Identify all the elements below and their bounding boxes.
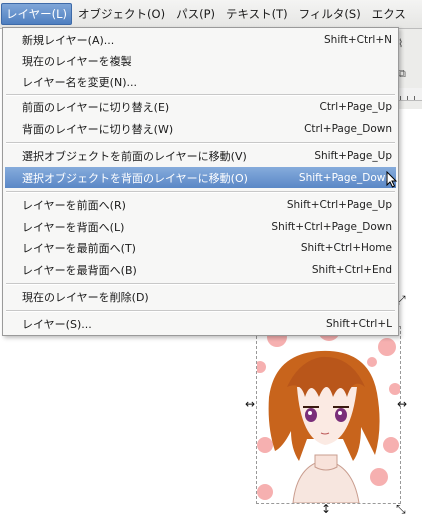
menu-item-shortcut: Shift+Ctrl+Page_Down — [271, 220, 392, 233]
resize-handle-left[interactable]: ↔ — [245, 398, 255, 410]
menu-item-new-layer[interactable]: 新規レイヤー(A)... Shift+Ctrl+N — [5, 29, 396, 50]
menu-path[interactable]: パス(P) — [171, 3, 220, 25]
menu-item-label: レイヤー名を変更(N)... — [22, 75, 137, 89]
menu-item-label: 現在のレイヤーを削除(D) — [22, 290, 149, 304]
canvas-drawing[interactable] — [256, 326, 401, 504]
menu-item-move-selection-to-layer-above[interactable]: 選択オブジェクトを前面のレイヤーに移動(V) Shift+Page_Up — [5, 145, 396, 166]
menu-item-raise-layer[interactable]: レイヤーを前面へ(R) Shift+Ctrl+Page_Up — [5, 194, 396, 215]
menu-item-rename-layer[interactable]: レイヤー名を変更(N)... — [5, 71, 396, 92]
menu-item-label: 前面のレイヤーに切り替え(E) — [22, 100, 170, 114]
menu-item-layer-to-top[interactable]: レイヤーを最前面へ(T) Shift+Ctrl+Home — [5, 237, 396, 258]
layer-dropdown-menu: 新規レイヤー(A)... Shift+Ctrl+N 現在のレイヤーを複製 レイヤ… — [2, 27, 399, 336]
menu-item-shortcut: Shift+Ctrl+N — [324, 33, 392, 46]
menu-item-label: 選択オブジェクトを前面のレイヤーに移動(V) — [22, 149, 247, 163]
menu-item-label: レイヤー(S)... — [22, 317, 92, 331]
menu-item-duplicate-layer[interactable]: 現在のレイヤーを複製 — [5, 50, 396, 71]
horizontal-ruler — [395, 88, 422, 101]
menu-item-shortcut: Shift+Page_Up — [314, 149, 392, 162]
menu-item-shortcut: Shift+Ctrl+End — [311, 263, 392, 276]
menu-separator — [6, 283, 395, 285]
menu-extensions[interactable]: エクス — [367, 3, 411, 25]
menu-item-label: 新規レイヤー(A)... — [22, 33, 115, 47]
menu-object[interactable]: オブジェクト(O) — [73, 3, 170, 25]
menu-item-shortcut: Shift+Page_Down — [298, 171, 392, 184]
menu-item-label: レイヤーを前面へ(R) — [22, 198, 126, 212]
resize-handle-bottom-right[interactable]: ⤡ — [396, 503, 406, 515]
mouse-cursor-icon — [386, 171, 398, 188]
menubar: レイヤー(L) オブジェクト(O) パス(P) テキスト(T) フィルタ(S) … — [0, 0, 422, 29]
snap-icon[interactable]: ⧉ — [398, 67, 406, 81]
menu-item-switch-to-layer-below[interactable]: 背面のレイヤーに切り替え(W) Ctrl+Page_Down — [5, 118, 396, 139]
menu-separator — [6, 310, 395, 312]
menu-item-shortcut: Shift+Ctrl+Page_Up — [286, 198, 392, 211]
menu-item-label: 背面のレイヤーに切り替え(W) — [22, 122, 174, 136]
resize-handle-bottom[interactable]: ↕ — [321, 503, 331, 515]
menu-item-move-selection-to-layer-below[interactable]: 選択オブジェクトを背面のレイヤーに移動(O) Shift+Page_Down — [5, 167, 396, 188]
menu-layer[interactable]: レイヤー(L) — [1, 3, 73, 25]
menu-item-lower-layer[interactable]: レイヤーを背面へ(L) Shift+Ctrl+Page_Down — [5, 216, 396, 237]
menu-item-shortcut: Shift+Ctrl+L — [326, 317, 392, 330]
menu-separator — [6, 142, 395, 144]
menu-item-shortcut: Ctrl+Page_Down — [304, 122, 392, 135]
menu-item-label: レイヤーを背面へ(L) — [22, 220, 125, 234]
menu-item-label: 選択オブジェクトを背面のレイヤーに移動(O) — [22, 171, 248, 185]
menu-text[interactable]: テキスト(T) — [221, 3, 293, 25]
menu-filter[interactable]: フィルタ(S) — [294, 3, 366, 25]
menu-item-switch-to-layer-above[interactable]: 前面のレイヤーに切り替え(E) Ctrl+Page_Up — [5, 96, 396, 117]
menu-item-label: レイヤーを最背面へ(B) — [22, 263, 137, 277]
menu-separator — [6, 191, 395, 193]
anime-girl-illustration — [257, 327, 400, 503]
menu-item-shortcut: Shift+Ctrl+Home — [300, 241, 392, 254]
menu-item-label: レイヤーを最前面へ(T) — [22, 241, 136, 255]
menu-item-shortcut: Ctrl+Page_Up — [319, 100, 392, 113]
menu-item-label: 現在のレイヤーを複製 — [22, 54, 132, 68]
menu-item-layers-dialog[interactable]: レイヤー(S)... Shift+Ctrl+L — [5, 313, 396, 334]
menu-item-delete-layer[interactable]: 現在のレイヤーを削除(D) — [5, 286, 396, 307]
resize-handle-right[interactable]: ↔ — [397, 398, 407, 410]
menu-item-layer-to-bottom[interactable]: レイヤーを最背面へ(B) Shift+Ctrl+End — [5, 259, 396, 280]
